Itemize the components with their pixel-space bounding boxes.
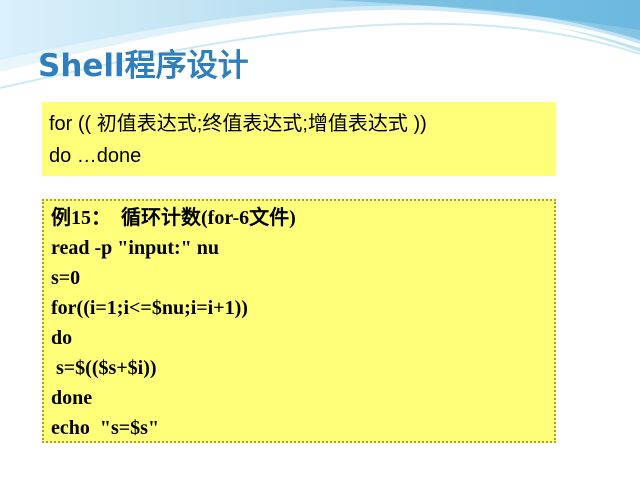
syntax-box: for (( 初值表达式;终值表达式;增值表达式 )) do …done: [42, 102, 556, 176]
code-line-echo: echo "s=$s": [51, 417, 160, 439]
slide-title: Shell程序设计: [38, 48, 249, 84]
syntax-line-do-done: do …done: [49, 145, 142, 167]
example-code-box: 例15： 循环计数(for-6文件) read -p "input:" nu s…: [42, 199, 556, 443]
syntax-line-for: for (( 初值表达式;终值表达式;增值表达式 )): [49, 113, 427, 135]
code-line-done: done: [51, 387, 93, 409]
code-line-init: s=0: [51, 267, 81, 289]
example-heading: 例15： 循环计数(for-6文件): [51, 207, 296, 229]
code-line-for: for((i=1;i<=$nu;i=i+1)): [51, 297, 248, 319]
code-line-do: do: [51, 327, 73, 349]
code-line-read: read -p "input:" nu: [51, 237, 219, 259]
code-line-sum: s=$(($s+$i)): [51, 357, 157, 379]
